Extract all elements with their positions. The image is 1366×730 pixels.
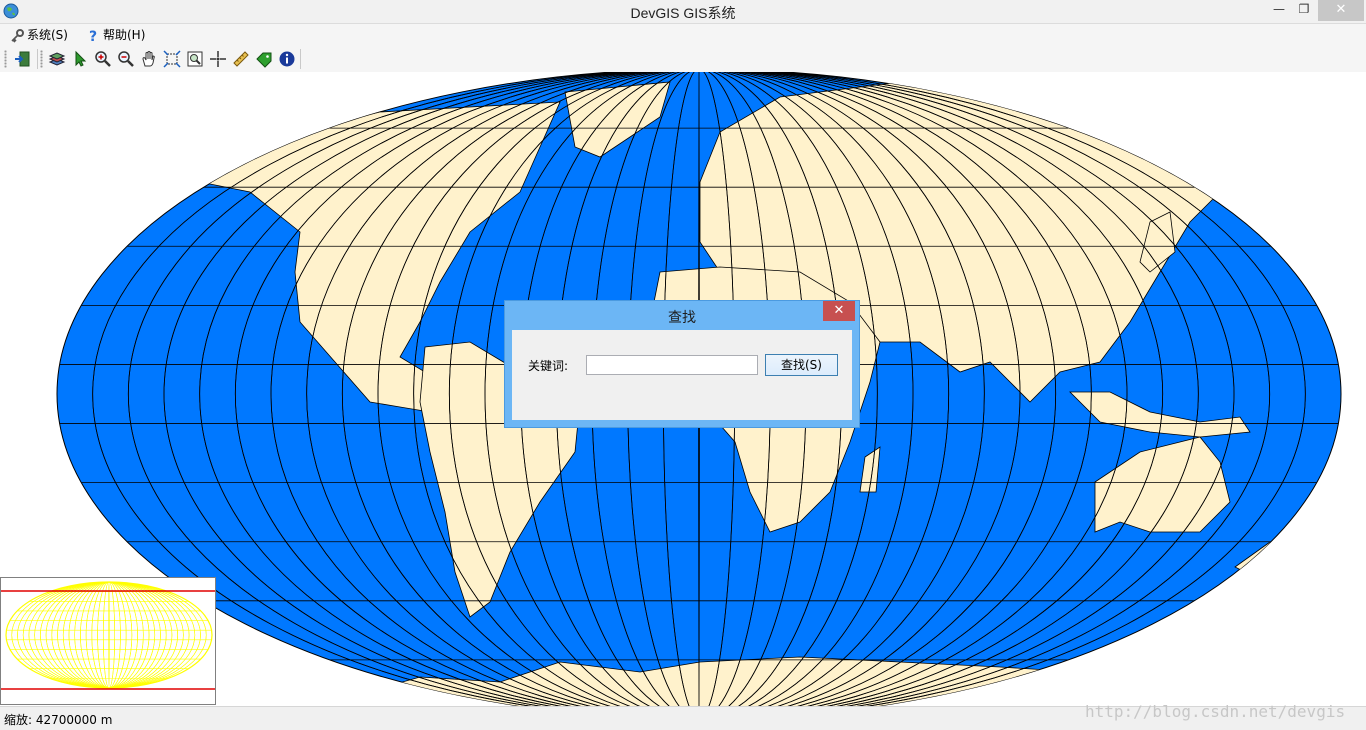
zoom-out-icon[interactable] — [117, 50, 135, 68]
pan-hand-icon[interactable] — [140, 50, 158, 68]
toolbar-grip[interactable] — [40, 50, 43, 68]
window-title: DevGIS GIS系统 — [630, 5, 736, 21]
toolbar-grip[interactable] — [4, 50, 7, 68]
svg-text:?: ? — [89, 29, 97, 44]
select-pointer-icon[interactable] — [71, 50, 89, 68]
search-button[interactable]: 查找(S) — [765, 354, 838, 376]
overview-map[interactable] — [0, 577, 216, 705]
tag-icon[interactable] — [255, 50, 273, 68]
crosshair-icon[interactable] — [209, 50, 227, 68]
title-bar: DevGIS GIS系统 — ❐ ✕ — [0, 0, 1366, 24]
toolbar-separator — [300, 49, 301, 69]
keyword-label: 关键词: — [528, 359, 569, 373]
overview-globe — [5, 581, 213, 689]
measure-ruler-icon[interactable] — [232, 50, 250, 68]
close-button[interactable]: ✕ — [1318, 0, 1364, 21]
menu-help-label: 帮助(H) — [103, 28, 146, 42]
full-extent-icon[interactable] — [163, 50, 181, 68]
search-dialog: 查找 ✕ 关键词: 查找(S) — [504, 300, 860, 428]
zoom-in-icon[interactable] — [94, 50, 112, 68]
layers-icon[interactable] — [48, 50, 66, 68]
info-icon[interactable] — [278, 50, 296, 68]
menu-system-label: 系统(S) — [27, 28, 68, 42]
overview-world — [1, 581, 215, 690]
menu-system[interactable]: 系统(S) — [9, 26, 68, 44]
restore-button[interactable]: ❐ — [1292, 0, 1316, 21]
dialog-title: 查找 — [668, 310, 696, 326]
menu-help[interactable]: ? 帮助(H) — [85, 26, 145, 44]
minimize-button[interactable]: — — [1268, 0, 1290, 21]
toolbar — [0, 45, 1366, 73]
exit-icon[interactable] — [13, 50, 31, 68]
help-icon: ? — [89, 29, 97, 44]
toolbar-separator — [37, 49, 38, 69]
dialog-body: 关键词: 查找(S) — [512, 330, 852, 420]
watermark: http://blog.csdn.net/devgis — [1085, 702, 1346, 721]
key-icon — [11, 28, 24, 43]
scale-status: 缩放: 42700000 m — [4, 713, 113, 727]
menu-bar: 系统(S) ? 帮助(H) — [0, 24, 1366, 45]
dialog-close-button[interactable]: ✕ — [823, 301, 855, 321]
keyword-input[interactable] — [586, 355, 758, 375]
zoom-box-icon[interactable] — [186, 50, 204, 68]
